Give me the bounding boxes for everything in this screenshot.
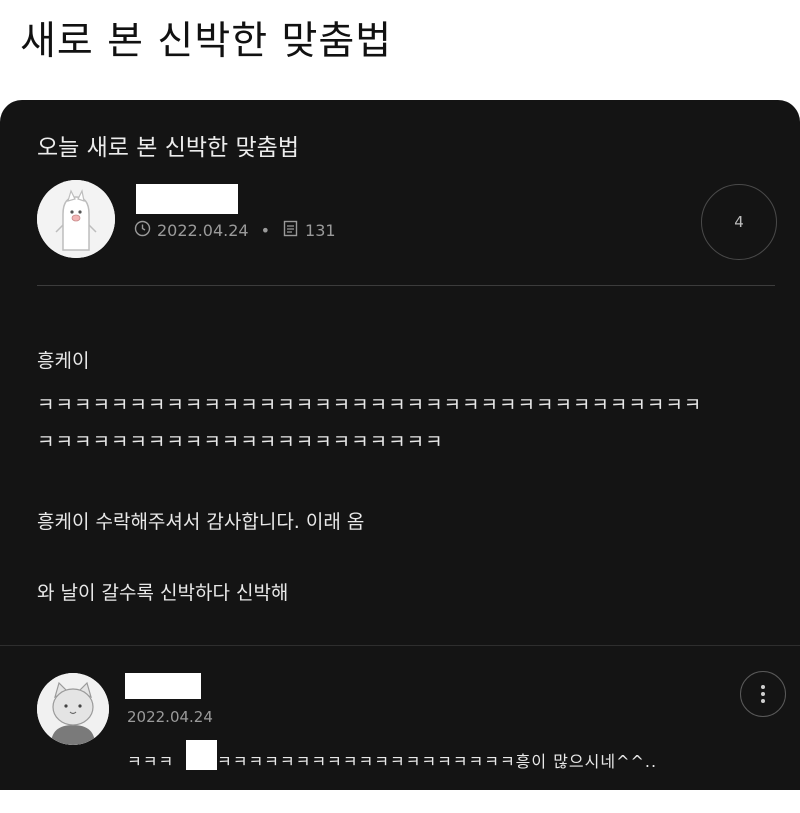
comment-text-end: ㅋㅋㅋㅋㅋㅋㅋㅋㅋㅋㅋㅋㅋㅋㅋㅋㅋㅋㅋ흥이 많으시네^^..	[217, 752, 658, 771]
post-body-line: 와 날이 갈수록 신박하다 신박해	[37, 582, 289, 604]
post-screen: 오늘 새로 본 신박한 맞춤법 2022.04.24 • 131 4 흥케이 ㅋ	[0, 100, 800, 790]
post-title: 오늘 새로 본 신박한 맞춤법	[37, 135, 300, 161]
post-body-line: 흥케이	[37, 350, 90, 372]
author-name-redacted	[136, 184, 238, 214]
post-body-line: ㅋㅋㅋㅋㅋㅋㅋㅋㅋㅋㅋㅋㅋㅋㅋㅋㅋㅋㅋㅋㅋㅋㅋㅋㅋㅋㅋㅋㅋㅋㅋㅋㅋㅋㅋㅋ	[37, 394, 703, 416]
post-date: 2022.04.24	[157, 221, 249, 240]
view-count: 131	[305, 221, 336, 240]
meta-separator: •	[260, 221, 271, 240]
cat-icon	[37, 673, 109, 745]
divider	[37, 285, 775, 286]
comment-date: 2022.04.24	[127, 708, 213, 726]
post-body-line: ㅋㅋㅋㅋㅋㅋㅋㅋㅋㅋㅋㅋㅋㅋㅋㅋㅋㅋㅋㅋㅋㅋ	[37, 431, 444, 453]
more-vertical-icon	[761, 685, 765, 703]
comment-count: 4	[734, 213, 744, 231]
post-body-line: 흥케이 수락해주셔서 감사합니다. 이래 옴	[37, 511, 365, 533]
comment-count-button[interactable]: 4	[701, 184, 777, 260]
author-avatar[interactable]	[37, 180, 115, 258]
more-options-button[interactable]	[740, 671, 786, 717]
clock-icon	[134, 220, 151, 241]
comment-text-redacted	[186, 740, 217, 770]
mascot-icon	[37, 180, 115, 258]
commenter-name-redacted	[125, 673, 201, 699]
comments-divider	[0, 645, 800, 646]
comment-text-start: ㅋㅋㅋ	[127, 752, 175, 771]
document-icon	[282, 220, 299, 241]
commenter-avatar[interactable]	[37, 673, 109, 745]
page-headline: 새로 본 신박한 맞춤법	[20, 19, 393, 64]
post-meta: 2022.04.24 • 131	[134, 220, 336, 241]
